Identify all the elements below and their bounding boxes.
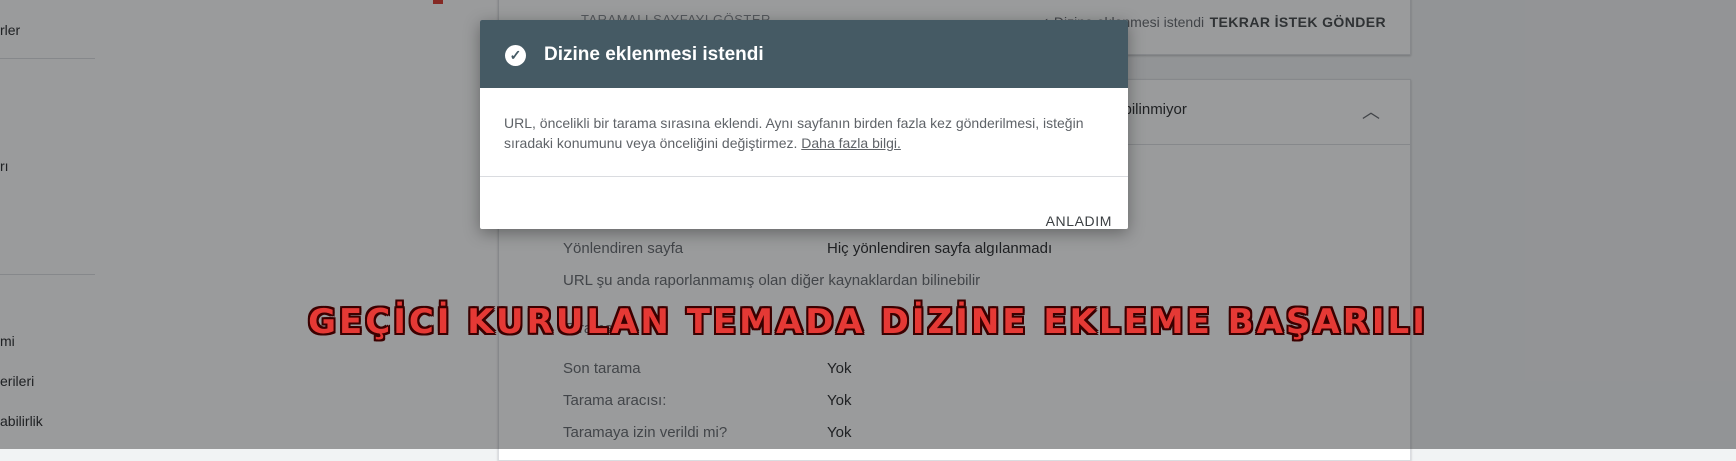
dialog-divider: [480, 176, 1128, 177]
dialog-header: ✓ Dizine eklenmesi istendi: [480, 20, 1128, 88]
dialog-body: URL, öncelikli bir tarama sırasına eklen…: [504, 113, 1104, 153]
annotation-banner: GEÇİCİ KURULAN TEMADA DİZİNE EKLEME BAŞA…: [308, 302, 1428, 342]
dialog-title: Dizine eklenmesi istendi: [544, 44, 764, 65]
got-it-button[interactable]: ANLADIM: [1046, 213, 1112, 229]
check-circle-icon: ✓: [505, 45, 526, 66]
dialog-message: URL, öncelikli bir tarama sırasına eklen…: [504, 115, 1084, 151]
learn-more-link[interactable]: Daha fazla bilgi.: [801, 135, 901, 151]
indexing-requested-dialog: ✓ Dizine eklenmesi istendi URL, öncelikl…: [480, 20, 1128, 229]
